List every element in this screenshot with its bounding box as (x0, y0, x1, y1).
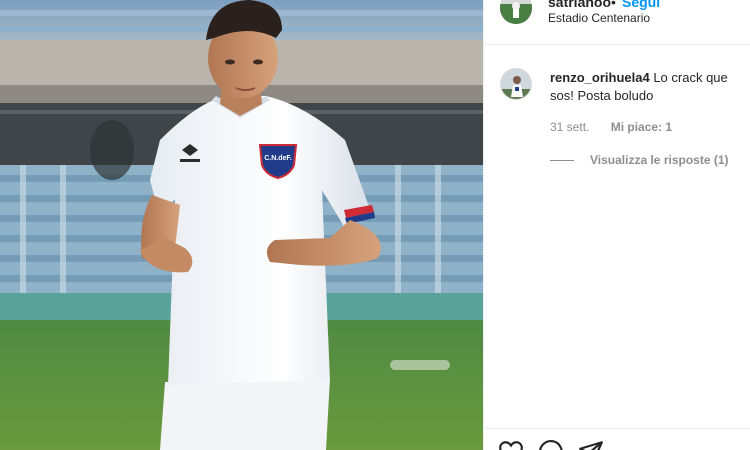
post-actions (484, 428, 750, 450)
heart-icon[interactable] (498, 439, 524, 450)
comment-body: renzo_orihuela4 Lo crack que sos! Posta … (550, 69, 740, 105)
header-separator: • (611, 0, 616, 10)
author-username[interactable]: satrianoo (548, 0, 611, 10)
comment-icon[interactable] (538, 439, 564, 450)
post-photo[interactable]: C.N.deF. (0, 0, 483, 450)
football-player-photo: C.N.deF. (0, 0, 483, 450)
commenter-avatar[interactable] (500, 68, 532, 100)
replies-divider (550, 160, 574, 162)
author-avatar[interactable] (500, 0, 532, 24)
follow-button[interactable]: Segui (622, 0, 660, 10)
comment-time[interactable]: 31 sett. (550, 120, 589, 134)
comment-likes[interactable]: Mi piace: 1 (611, 120, 672, 134)
paper-plane-icon[interactable] (578, 439, 604, 450)
club-crest-text: C.N.deF. (264, 155, 292, 162)
view-replies-label: Visualizza le risposte (1) (590, 153, 729, 167)
commenter-username[interactable]: renzo_orihuela4 (550, 70, 650, 85)
view-replies-button[interactable]: Visualizza le risposte (1) (550, 153, 729, 167)
avatar-image (501, 69, 531, 99)
comment-meta: 31 sett. Mi piace: 1 (550, 120, 672, 134)
avatar-image (500, 0, 532, 24)
location-link[interactable]: Estadio Centenario (548, 11, 650, 25)
post-sidebar: satrianoo • Segui Estadio Centenario ren… (483, 0, 750, 450)
post-header: satrianoo • Segui Estadio Centenario (484, 0, 750, 45)
